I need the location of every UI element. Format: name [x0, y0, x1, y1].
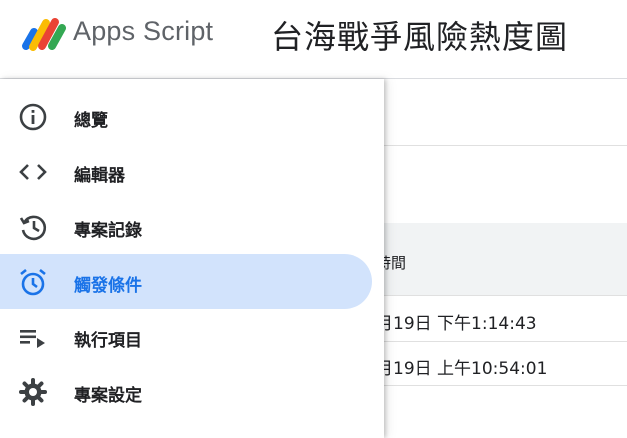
divider	[384, 341, 627, 342]
gear-icon	[19, 378, 47, 406]
sidebar-item-label: 觸發條件	[74, 276, 142, 296]
code-icon	[19, 164, 47, 180]
sidebar-item-overview[interactable]: 總覽	[0, 89, 372, 144]
table-cell-time: 月19日 下午1:14:43	[376, 314, 537, 334]
playlist-play-icon	[20, 330, 45, 348]
sidebar-item-editor[interactable]: 編輯器	[0, 144, 372, 199]
app-name[interactable]: Apps Script	[73, 16, 213, 47]
sidebar-item-settings[interactable]: 專案設定	[0, 364, 372, 419]
divider	[384, 295, 627, 296]
top-bar: Apps Script 台海戰爭風險熱度圖	[0, 0, 627, 79]
sidebar-item-project-log[interactable]: 專案記錄	[0, 199, 372, 254]
divider	[384, 145, 627, 146]
table-header	[384, 223, 627, 295]
alarm-clock-icon	[20, 268, 46, 296]
apps-script-logo[interactable]	[20, 14, 66, 54]
sidebar-item-label: 專案設定	[74, 386, 142, 406]
sidebar-item-label: 編輯器	[74, 166, 125, 186]
sidebar-item-label: 執行項目	[74, 331, 142, 351]
info-icon	[19, 103, 47, 131]
sidebar-item-label: 專案記錄	[74, 221, 142, 241]
sidebar-item-triggers[interactable]: 觸發條件	[0, 254, 372, 309]
divider	[384, 385, 627, 386]
sidebar-item-label: 總覽	[74, 111, 108, 131]
project-title[interactable]: 台海戰爭風險熱度圖	[271, 12, 568, 58]
table-cell-time: 月19日 上午10:54:01	[376, 359, 548, 379]
navigation-drawer: 總覽 編輯器 專案記錄 觸發條件 執行項目 專案設定	[0, 79, 384, 438]
history-icon	[19, 215, 47, 241]
sidebar-item-executions[interactable]: 執行項目	[0, 309, 372, 364]
